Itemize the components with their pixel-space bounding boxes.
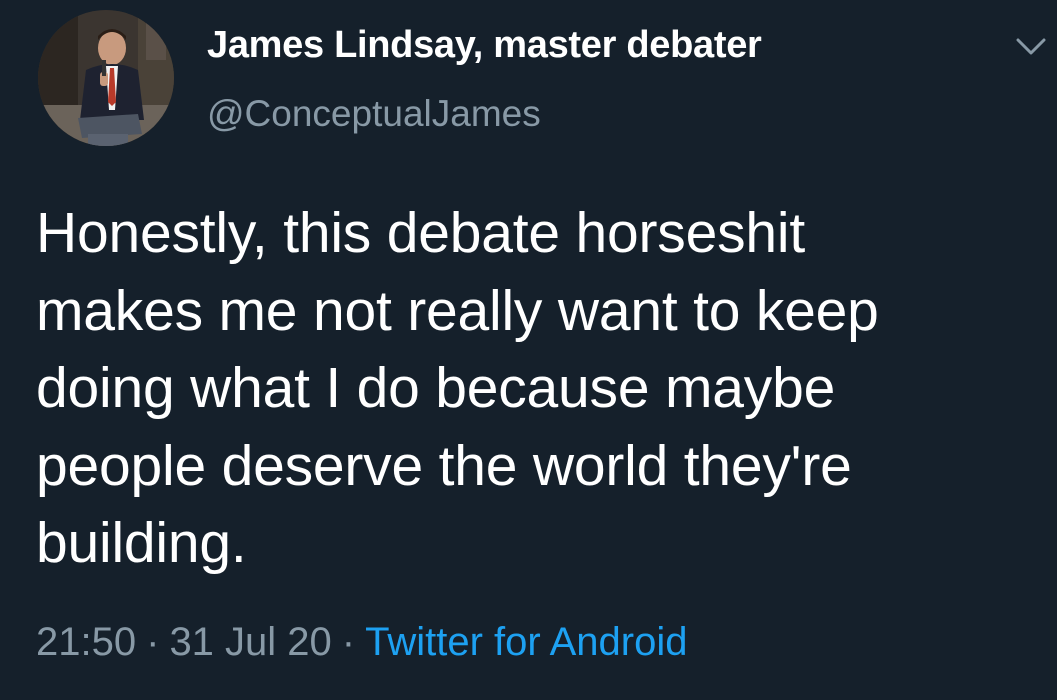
avatar-photo bbox=[38, 10, 174, 146]
separator-dot: · bbox=[146, 620, 160, 664]
tweet-source-link[interactable]: Twitter for Android bbox=[365, 620, 687, 664]
tweet-time[interactable]: 21:50 bbox=[36, 620, 136, 664]
tweet-text-line: building. bbox=[36, 511, 247, 575]
tweet-date[interactable]: 31 Jul 20 bbox=[169, 620, 331, 664]
tweet-menu-button[interactable] bbox=[1014, 34, 1048, 60]
tweet-metadata: 21:50 · 31 Jul 20 · Twitter for Android bbox=[36, 620, 687, 665]
tweet-text: Honestly, this debate horseshit makes me… bbox=[36, 195, 1036, 583]
tweet-text-line: makes me not really want to keep bbox=[36, 278, 879, 343]
author-handle[interactable]: @ConceptualJames bbox=[207, 93, 541, 135]
tweet-text-line: doing what I do because maybe bbox=[36, 356, 836, 420]
avatar[interactable] bbox=[38, 10, 174, 146]
tweet-text-line: people deserve the world they're bbox=[36, 433, 852, 498]
author-display-name[interactable]: James Lindsay, master debater bbox=[207, 24, 762, 67]
tweet-text-line: Honestly, this debate horseshit bbox=[36, 201, 806, 265]
chevron-down-icon bbox=[1016, 38, 1046, 55]
separator-dot: · bbox=[341, 620, 356, 664]
tweet: James Lindsay, master debater @Conceptua… bbox=[0, 0, 1057, 700]
